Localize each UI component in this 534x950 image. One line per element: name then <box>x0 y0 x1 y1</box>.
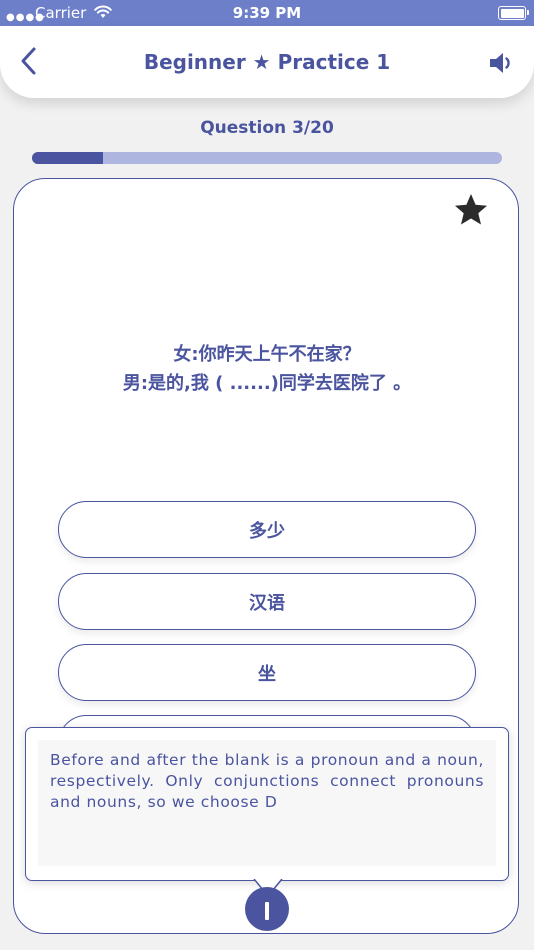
progress-bar <box>32 152 502 164</box>
star-icon[interactable] <box>452 192 490 228</box>
explanation-text: Before and after the blank is a pronoun … <box>50 751 484 811</box>
answer-option-a[interactable]: 多少 <box>58 501 476 558</box>
battery-icon <box>498 6 529 20</box>
question-text: 女:你昨天上午不在家？ 男:是的,我 ( ......)同学去医院了 。 <box>20 340 514 398</box>
progress-bar-fill <box>32 152 103 164</box>
info-icon[interactable] <box>245 887 289 931</box>
speaker-icon[interactable] <box>488 50 514 76</box>
question-line: 女:你昨天上午不在家？ <box>173 344 361 365</box>
answer-option-b[interactable]: 汉语 <box>58 573 476 630</box>
status-time: 9:39 PM <box>232 4 302 22</box>
explanation-panel: Before and after the blank is a pronoun … <box>38 740 496 866</box>
status-bar: ●●●● Carrier 9:39 PM <box>0 0 534 26</box>
explanation-popup: Before and after the blank is a pronoun … <box>25 727 509 881</box>
question-line: 男:是的,我 ( ......)同学去医院了 。 <box>122 373 412 394</box>
header-bar: Beginner ★ Practice 1 <box>0 26 534 98</box>
page-title: Beginner ★ Practice 1 <box>143 50 391 74</box>
answer-option-c[interactable]: 坐 <box>58 644 476 701</box>
question-counter: Question 3/20 <box>200 118 334 138</box>
